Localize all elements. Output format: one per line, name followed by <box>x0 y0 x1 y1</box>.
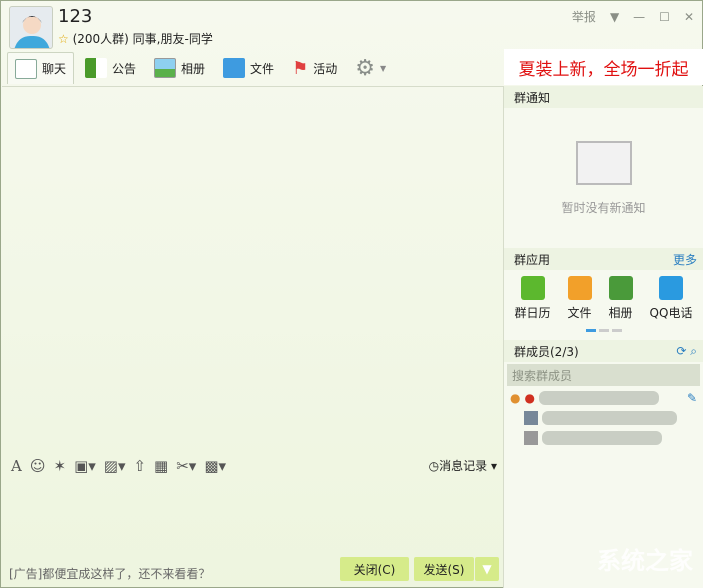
message-history-button[interactable]: ◷消息记录 ▾ <box>429 457 497 474</box>
folder-icon <box>223 58 246 78</box>
member-avatar <box>524 411 538 425</box>
tab-label: 聊天 <box>42 62 67 76</box>
close-icon[interactable]: ✕ <box>684 10 694 24</box>
clock-icon: ◷ <box>428 459 440 473</box>
minimize-icon[interactable]: — <box>633 10 645 24</box>
tab-label: 活动 <box>313 61 338 76</box>
tab-activity[interactable]: ⚑ 活动 <box>285 52 344 84</box>
app-label: QQ电话 <box>649 306 693 320</box>
tab-chat[interactable]: 聊天 <box>7 52 75 84</box>
star-icon: ☆ <box>58 32 69 46</box>
group-info: (200人群) 同事,朋友-同学 <box>72 32 213 46</box>
tab-files[interactable]: 文件 <box>216 52 281 84</box>
watermark-logo: 系统之家 <box>597 547 693 575</box>
close-button[interactable]: 关闭(C) <box>340 557 409 581</box>
group-name: 123 <box>58 6 93 27</box>
notice-empty: 暂时没有新通知 <box>504 108 703 248</box>
search-icon[interactable]: ⟳ ⌕ <box>676 344 697 359</box>
tab-label: 文件 <box>250 61 275 76</box>
notice-header: 群通知 <box>504 86 703 108</box>
group-subtitle: ☆ (200人群) 同事,朋友-同学 <box>58 30 213 47</box>
calendar-icon <box>520 276 545 300</box>
apps-title: 群应用 <box>514 252 551 267</box>
maximize-icon[interactable]: ☐ <box>659 10 670 24</box>
photo-icon <box>608 276 633 300</box>
chevron-down-icon: ▼ <box>379 63 387 73</box>
megaphone-icon <box>85 58 108 78</box>
right-panel: 群通知 暂时没有新通知 群应用 更多 群日历 文件 相册 QQ电话 群成员(2/3… <box>503 86 703 588</box>
edit-icon[interactable]: ✎ <box>687 391 697 405</box>
photo-icon <box>154 58 177 78</box>
history-label: 消息记录 <box>439 459 488 473</box>
notice-empty-text: 暂时没有新通知 <box>561 200 646 215</box>
dropdown-icon[interactable]: ▼ <box>610 10 619 24</box>
settings-button[interactable]: ⚙ ▼ <box>348 52 393 84</box>
gift-icon[interactable]: ▦ <box>154 457 168 475</box>
shake-icon[interactable]: ▣▾ <box>74 457 96 475</box>
member-name-blurred <box>542 411 677 425</box>
gear-icon: ⚙ <box>355 55 375 81</box>
qq-group-chat-window: 123 ☆ (200人群) 同事,朋友-同学 举报 ▼ — ☐ ✕ 聊天 公告 … <box>0 0 703 588</box>
member-avatar: ● <box>524 391 535 405</box>
emoji-icon[interactable]: ☺ <box>30 457 46 475</box>
more-tools-icon[interactable]: ▩▾ <box>204 457 226 475</box>
group-avatar[interactable] <box>9 6 53 49</box>
ad-link[interactable]: [广告]都便宜成这样了，还不来看看？ <box>9 565 210 582</box>
font-icon[interactable]: A <box>11 457 22 475</box>
chat-bubble-icon <box>15 58 37 79</box>
app-files[interactable]: 文件 <box>567 276 592 321</box>
app-calendar[interactable]: 群日历 <box>515 276 551 321</box>
member-search-input[interactable]: 搜索群成员 <box>507 364 700 386</box>
pager-dots[interactable] <box>504 329 703 332</box>
tab-album[interactable]: 相册 <box>147 52 212 84</box>
tab-label: 公告 <box>112 61 137 76</box>
owner-icon: ● <box>510 391 521 405</box>
app-label: 文件 <box>567 306 592 320</box>
noticeboard-icon <box>575 140 632 185</box>
report-button[interactable]: 举报 <box>572 8 596 25</box>
member-item[interactable] <box>504 408 703 428</box>
phone-icon <box>659 276 683 300</box>
member-item[interactable]: ● ● ✎ <box>504 388 703 408</box>
members-header: 群成员(2/3) ⟳ ⌕ <box>504 340 703 362</box>
send-options-chevron-icon[interactable]: ▼ <box>475 557 499 581</box>
upload-icon[interactable]: ⇧ <box>133 457 146 475</box>
tab-label: 相册 <box>181 61 206 76</box>
app-album[interactable]: 相册 <box>608 276 633 321</box>
more-apps-link[interactable]: 更多 <box>673 251 697 268</box>
folder-icon <box>567 276 592 300</box>
message-input[interactable] <box>2 479 503 554</box>
screenshot-scissors-icon[interactable]: ✂▾ <box>176 457 196 475</box>
member-name-blurred <box>538 391 659 405</box>
member-name-blurred <box>542 431 662 445</box>
app-qq-call[interactable]: QQ电话 <box>649 276 693 321</box>
member-item[interactable] <box>504 428 703 448</box>
apps-header: 群应用 更多 <box>504 248 703 270</box>
tab-announcement[interactable]: 公告 <box>78 52 143 84</box>
app-label: 相册 <box>608 306 633 320</box>
flag-icon: ⚑ <box>292 57 309 79</box>
message-area[interactable] <box>2 86 503 452</box>
members-title: 群成员(2/3) <box>514 344 579 359</box>
app-label: 群日历 <box>514 306 551 320</box>
ad-banner[interactable]: 夏装上新，全场一折起 <box>504 49 703 85</box>
magic-wand-icon[interactable]: ✶ <box>53 457 66 475</box>
member-avatar <box>524 431 538 445</box>
image-icon[interactable]: ▨▾ <box>104 457 126 475</box>
notice-title: 群通知 <box>514 90 551 105</box>
send-button[interactable]: 发送(S) <box>414 557 474 581</box>
